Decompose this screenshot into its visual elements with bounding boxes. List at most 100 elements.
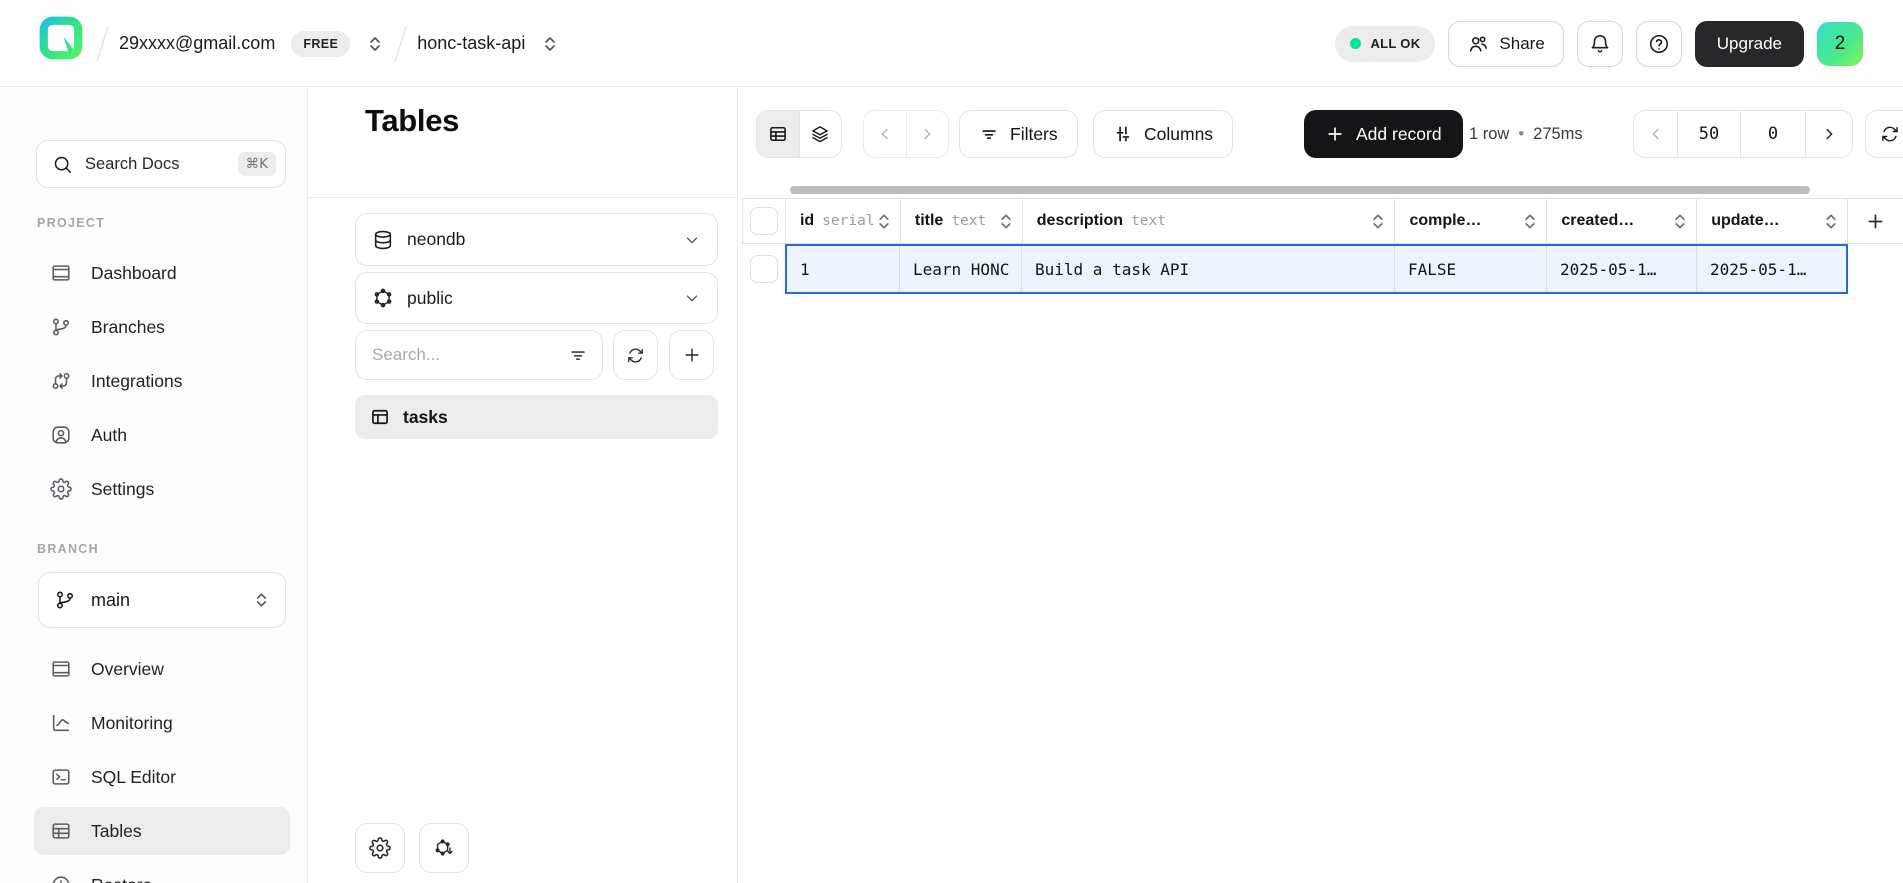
sidebar-item-label: Integrations [91,371,182,392]
sidebar-item-monitoring[interactable]: Monitoring [34,699,290,747]
notification-count-badge[interactable]: 2 [1817,22,1863,66]
column-header-id[interactable]: id serial [786,199,901,243]
neon-logo-icon[interactable] [38,15,84,61]
refresh-tables-button[interactable] [613,330,658,380]
schema-select[interactable]: public [355,272,718,324]
sidebar-item-sql-editor[interactable]: SQL Editor [34,753,290,801]
prev-page-button[interactable] [1634,111,1677,157]
add-record-button[interactable]: Add record [1304,110,1463,158]
schema-export-button[interactable] [419,823,469,873]
sidebar-item-branches[interactable]: Branches [34,303,290,351]
breadcrumb-project[interactable]: honc-task-api [417,33,525,54]
table-list-item-tasks[interactable]: tasks [355,395,718,439]
search-docs-button[interactable]: Search Docs ⌘K [36,140,286,188]
plus-icon [1325,124,1345,144]
column-header-updated[interactable]: update… [1697,199,1848,243]
filters-button[interactable]: Filters [959,110,1078,158]
page-offset-value[interactable]: 0 [1740,111,1805,157]
notification-count: 2 [1835,33,1846,55]
sidebar-item-overview[interactable]: Overview [34,645,290,693]
refresh-icon [1880,124,1900,144]
column-header-title[interactable]: title text [901,199,1023,243]
cell-description[interactable]: Build a task API [1022,246,1395,292]
column-header-description[interactable]: description text [1023,199,1396,243]
sort-icon[interactable] [1824,212,1838,231]
row-count: 1 row [1469,125,1509,144]
plan-badge: FREE [291,31,350,57]
gear-icon [369,837,391,859]
chevron-down-icon [683,289,701,307]
breadcrumb-account[interactable]: 29xxxx@gmail.com [119,33,275,54]
add-table-button[interactable] [669,330,714,380]
page-size-value[interactable]: 50 [1677,111,1740,157]
sort-icon[interactable] [999,212,1013,231]
sidebar-item-label: Monitoring [91,713,173,734]
row-checkbox[interactable] [750,255,778,283]
project-section-label: PROJECT [37,216,105,230]
branch-caret-icon [253,590,270,610]
cell-updated[interactable]: 2025-05-1… [1697,246,1846,292]
sidebar-item-label: Dashboard [91,263,177,284]
refresh-icon [626,346,645,365]
gear-icon [50,478,72,500]
table-view-toggle[interactable] [757,111,799,157]
sidebar-item-restore[interactable]: Restore [34,861,290,883]
sidebar-item-settings[interactable]: Settings [34,465,290,513]
bell-icon [1589,33,1611,55]
help-button[interactable] [1636,21,1682,67]
sidebar-item-integrations[interactable]: Integrations [34,357,290,405]
upgrade-button[interactable]: Upgrade [1695,21,1804,67]
share-button[interactable]: Share [1448,21,1563,67]
schema-download-icon [433,837,455,859]
account-switcher-caret-icon[interactable] [366,34,384,54]
panel-settings-button[interactable] [355,823,405,873]
refresh-data-button[interactable] [1865,110,1903,158]
search-shortcut-badge: ⌘K [238,152,276,176]
branch-selector[interactable]: main [38,572,286,628]
sort-icon[interactable] [1523,212,1537,231]
status-badge[interactable]: ALL OK [1335,26,1435,62]
selected-row[interactable]: 1 Learn HONC Build a task API FALSE 2025… [785,244,1848,294]
database-select[interactable]: neondb [355,213,718,266]
divider [308,197,738,198]
column-name: title [915,212,943,230]
columns-button-label: Columns [1144,124,1213,145]
search-input[interactable] [372,345,542,365]
search-icon [52,154,73,175]
column-header-completed[interactable]: comple… [1395,199,1547,243]
horizontal-scrollbar[interactable] [790,186,1810,194]
query-duration: 275ms [1533,125,1583,144]
cell-created[interactable]: 2025-05-1… [1547,246,1697,292]
forward-button[interactable] [906,111,948,157]
select-all-checkbox[interactable] [750,207,778,235]
back-button[interactable] [864,111,906,157]
add-record-label: Add record [1356,124,1442,145]
sort-icon[interactable] [1371,212,1385,231]
notifications-button[interactable] [1577,21,1623,67]
columns-button[interactable]: Columns [1093,110,1233,158]
cell-title[interactable]: Learn HONC [900,246,1022,292]
add-column-button[interactable] [1848,199,1903,243]
layers-view-toggle[interactable] [799,111,841,157]
next-page-button[interactable] [1805,111,1852,157]
table-search-field[interactable] [355,330,603,380]
history-nav [863,110,949,158]
git-branch-icon [54,589,76,611]
sort-icon[interactable] [877,212,891,231]
column-type: text [1131,213,1166,229]
column-header-created[interactable]: created… [1547,199,1697,243]
filters-button-label: Filters [1010,124,1058,145]
cell-id[interactable]: 1 [787,246,900,292]
project-switcher-caret-icon[interactable] [541,34,559,54]
sidebar-item-tables[interactable]: Tables [34,807,290,855]
sort-icon[interactable] [1673,212,1687,231]
clock-restore-icon [50,874,72,883]
user-badge-icon [50,424,72,446]
breadcrumb-slash [395,26,406,61]
plus-icon [682,345,702,365]
sidebar-item-dashboard[interactable]: Dashboard [34,249,290,297]
cell-completed[interactable]: FALSE [1395,246,1547,292]
chevron-down-icon [683,231,701,249]
stats-separator: • [1518,125,1524,144]
sidebar-item-auth[interactable]: Auth [34,411,290,459]
